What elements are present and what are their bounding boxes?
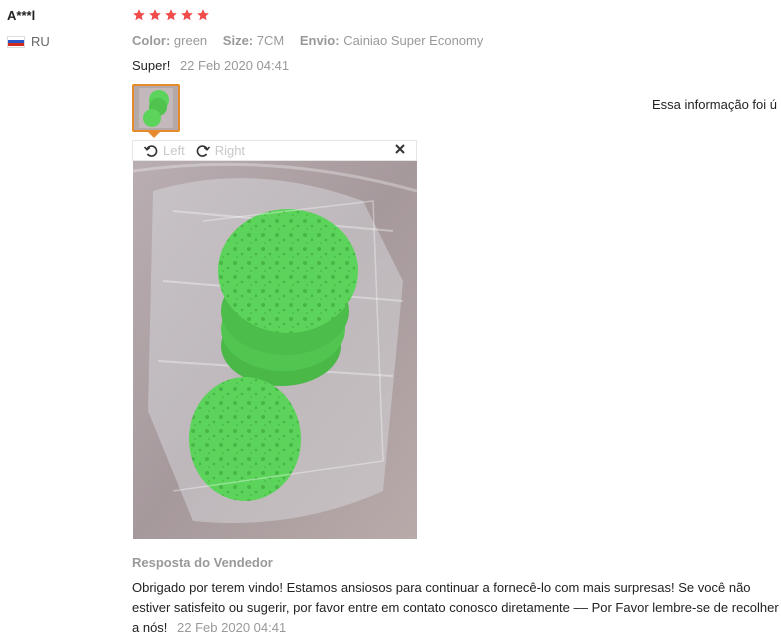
seller-reply-date: 22 Feb 2020 04:41 xyxy=(177,620,287,635)
image-viewer-toolbar: Left Right xyxy=(132,140,417,161)
reviewer-country: RU xyxy=(7,34,50,49)
rotate-left-label: Left xyxy=(163,143,185,158)
star-icon xyxy=(133,9,145,21)
star-rating xyxy=(132,8,210,22)
star-icon xyxy=(197,9,209,21)
attr-shipping-value: Cainiao Super Economy xyxy=(343,33,484,48)
attr-size-value: 7CM xyxy=(256,33,285,48)
rotate-right-button[interactable]: Right xyxy=(195,143,245,159)
feedback-date: 22 Feb 2020 04:41 xyxy=(179,58,290,73)
attr-color-value: green xyxy=(173,33,208,48)
attr-color-key: Color: xyxy=(132,33,171,48)
country-code: RU xyxy=(31,34,50,49)
rotate-right-icon xyxy=(196,144,210,157)
attr-size-key: Size: xyxy=(222,33,254,48)
reviewer-name: A***l xyxy=(7,8,36,23)
order-attributes: Color: green Size: 7CM Envio: Cainiao Su… xyxy=(132,33,495,48)
close-icon xyxy=(395,144,405,154)
seller-reply-title: Resposta do Vendedor xyxy=(132,555,273,570)
thumbnail-image xyxy=(134,86,178,130)
feedback-text: Super! xyxy=(132,58,171,73)
rotate-left-icon xyxy=(143,144,158,157)
review-photo xyxy=(133,161,417,539)
helpful-prompt: Essa informação foi ú xyxy=(652,97,778,112)
seller-reply-body: Obrigado por terem vindo! Estamos ansios… xyxy=(132,578,780,638)
review-feedback: Super! 22 Feb 2020 04:41 xyxy=(132,58,289,73)
review-photo-thumbnail[interactable] xyxy=(132,84,180,132)
star-icon xyxy=(165,9,177,21)
attr-shipping-key: Envio: xyxy=(299,33,340,48)
rotate-right-label: Right xyxy=(214,143,246,158)
close-viewer-button[interactable] xyxy=(394,143,406,158)
russia-flag-icon xyxy=(7,35,25,48)
star-icon xyxy=(181,9,193,21)
rotate-left-button[interactable]: Left xyxy=(143,143,185,159)
thumbnail-selected-arrow xyxy=(148,132,160,138)
star-icon xyxy=(149,9,161,21)
